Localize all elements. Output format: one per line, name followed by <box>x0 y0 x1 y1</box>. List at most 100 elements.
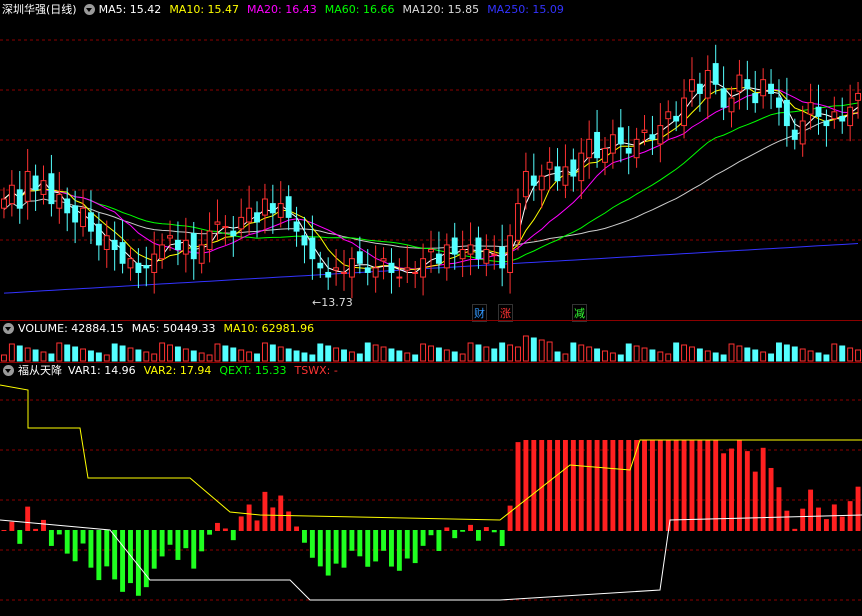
candle-body <box>847 106 854 127</box>
candle-body <box>56 193 63 209</box>
volume-bar <box>396 350 403 362</box>
volume-bar <box>254 353 260 362</box>
candle-body <box>380 258 387 262</box>
volume-bar <box>554 351 561 362</box>
volume-bar <box>174 346 181 362</box>
candle-body <box>657 125 664 145</box>
candle-body <box>8 184 15 205</box>
candle-body <box>348 258 355 278</box>
oscillator-bar <box>143 530 149 588</box>
volume-bar <box>736 345 743 362</box>
candle-body <box>72 205 79 223</box>
candle-body <box>467 244 474 255</box>
volume-bar <box>641 347 648 362</box>
candle-body <box>277 203 284 218</box>
volume-bar <box>649 349 656 362</box>
oscillator-bar <box>507 505 513 531</box>
volume-bar <box>673 342 680 362</box>
candle-body <box>135 262 142 273</box>
volume-bar <box>696 348 703 362</box>
oscillator-bar <box>444 527 450 531</box>
oscillator-bar <box>389 530 394 567</box>
candle-body <box>285 196 292 218</box>
oscillator-bar <box>436 530 442 551</box>
volume-bar <box>499 342 506 362</box>
candle-body <box>151 253 158 273</box>
candle-body <box>625 148 632 154</box>
volume-bar <box>269 344 276 362</box>
volume-bar <box>214 343 221 362</box>
candle-body <box>325 271 332 278</box>
volume-bar <box>388 348 395 362</box>
candle-body <box>206 230 213 251</box>
candle-body <box>404 267 411 271</box>
candle-body <box>522 170 529 198</box>
candle-body <box>459 249 466 260</box>
candle-body <box>768 83 775 94</box>
candle-body <box>720 88 727 108</box>
volume-bar <box>602 350 608 362</box>
candle-body <box>119 242 126 264</box>
candle-body <box>538 175 545 191</box>
volume-bar <box>752 349 759 362</box>
chevron-down-icon[interactable] <box>3 364 14 376</box>
chevron-down-icon[interactable] <box>3 322 14 334</box>
candle-body <box>167 235 173 239</box>
oscillator-bar <box>649 440 655 531</box>
candle-body <box>420 258 427 278</box>
candle-body <box>570 159 577 177</box>
volume-bar <box>301 352 308 362</box>
volume-bar <box>491 348 498 362</box>
candle-body <box>760 79 767 97</box>
volume-bar <box>1 354 7 362</box>
oscillator-bar <box>634 440 640 531</box>
oscillator-bar <box>341 530 347 568</box>
volume-bar <box>689 346 695 362</box>
oscillator-bar <box>72 530 78 562</box>
volume-bar <box>744 347 751 362</box>
oscillator-bar <box>689 440 695 531</box>
oscillator-bar <box>1 530 7 531</box>
oscillator-bar <box>302 530 307 543</box>
oscillator-bar <box>483 527 489 531</box>
volume-bar <box>80 348 86 362</box>
candle-body <box>24 170 31 202</box>
oscillator-value: TSWX: - <box>294 363 338 377</box>
volume-bar <box>657 351 664 362</box>
oscillator-bar <box>808 489 814 531</box>
oscillator-bar <box>610 440 616 531</box>
oscillator-bar <box>681 440 687 531</box>
volume-bar <box>364 342 371 362</box>
candle-body <box>665 111 672 120</box>
oscillator-bar <box>183 530 189 549</box>
oscillator-bar <box>420 530 426 546</box>
volume-bar <box>665 353 672 362</box>
candle-body <box>182 239 189 255</box>
candle-body <box>40 180 47 195</box>
oscillator-indicator-list: VAR1: 14.96 VAR2: 17.94 QEXT: 15.33 TSWX: - <box>68 364 346 377</box>
volume-bar <box>562 353 569 362</box>
oscillator-bar <box>697 440 703 531</box>
chart-canvas[interactable] <box>0 0 862 616</box>
candle-body <box>443 244 450 269</box>
volume-bar <box>459 353 466 362</box>
candle-body <box>451 237 458 255</box>
candle-body <box>586 138 593 159</box>
volume-bar <box>507 344 514 362</box>
candle-body <box>815 106 822 117</box>
candle-body <box>839 115 846 122</box>
oscillator-bar <box>452 530 458 539</box>
volume-bar <box>206 354 213 362</box>
candle-body <box>317 262 324 269</box>
volume-bar <box>341 349 347 362</box>
candle-body <box>689 79 695 92</box>
indicator-panel-header: 福从天降 VAR1: 14.96 VAR2: 17.94 QEXT: 15.33 TS… <box>0 362 346 378</box>
oscillator-bar <box>270 507 276 531</box>
candle-body <box>159 244 166 260</box>
volume-bar <box>40 351 47 362</box>
oscillator-bar <box>230 530 236 541</box>
candle-body <box>499 246 506 269</box>
volume-bar <box>475 344 482 362</box>
candle-body <box>483 249 490 264</box>
oscillator-bar <box>64 530 70 554</box>
